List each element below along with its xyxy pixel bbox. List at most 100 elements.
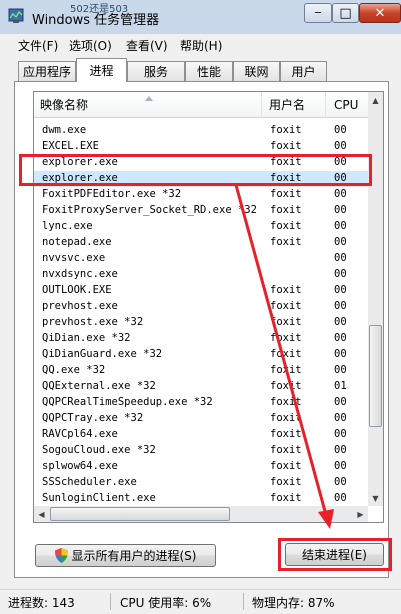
table-row[interactable]: QQExternal.exe *32 foxit 01 [34, 379, 368, 395]
table-row[interactable]: prevhost.exe *32 foxit 00 [34, 315, 368, 331]
tab-applications[interactable]: 应用程序 [18, 61, 76, 81]
table-row[interactable]: FoxitPDFEditor.exe *32 foxit 00 [34, 187, 368, 203]
tab-performance[interactable]: 性能 [185, 61, 233, 81]
process-user: foxit [270, 492, 302, 504]
scroll-left-icon[interactable]: ◀ [34, 506, 49, 522]
process-name: nvxdsync.exe [42, 268, 118, 280]
process-name: nvvsvc.exe [42, 252, 106, 264]
cpu-usage: CPU 使用率: 6% [120, 596, 212, 610]
process-cpu: 00 [334, 316, 347, 328]
table-row[interactable]: dwm.exe foxit 00 [34, 123, 368, 139]
process-name: QQPCRealTimeSpeedup.exe *32 [42, 396, 213, 408]
table-row[interactable]: notepad.exe foxit 00 [34, 235, 368, 251]
horizontal-scroll-thumb[interactable] [50, 507, 230, 521]
process-user: foxit [270, 332, 302, 344]
show-all-users-button[interactable]: 显示所有用户的进程(S) [35, 544, 216, 567]
process-name: prevhost.exe [42, 300, 118, 312]
process-user: foxit [270, 412, 302, 424]
process-name: RAVCpl64.exe [42, 428, 118, 440]
shield-icon [54, 548, 68, 563]
table-row[interactable]: QiDianGuard.exe *32 foxit 00 [34, 347, 368, 363]
close-icon: ✕ [374, 5, 386, 21]
process-name: QQPCTray.exe *32 [42, 412, 144, 424]
column-label: 映像名称 [40, 98, 89, 112]
process-user: foxit [270, 348, 302, 360]
process-user: foxit [270, 236, 302, 248]
menu-help[interactable]: 帮助(H) [180, 37, 222, 54]
process-user: foxit [270, 476, 302, 488]
task-manager-icon [8, 8, 24, 23]
process-cpu: 00 [334, 428, 347, 440]
table-row[interactable]: QQPCTray.exe *32 foxit 00 [34, 411, 368, 427]
process-cpu: 00 [334, 332, 347, 344]
process-cpu: 00 [334, 252, 347, 264]
process-name: lync.exe [42, 220, 93, 232]
menu-view[interactable]: 查看(V) [126, 37, 168, 54]
process-cpu: 00 [334, 396, 347, 408]
table-row[interactable]: SSScheduler.exe foxit 00 [34, 475, 368, 491]
process-name: splwow64.exe [42, 460, 118, 472]
process-name: EXCEL.EXE [42, 140, 99, 152]
scroll-down-icon[interactable]: ▼ [368, 490, 383, 506]
process-cpu: 00 [334, 364, 347, 376]
process-name: SogouCloud.exe *32 [42, 444, 156, 456]
scroll-up-icon[interactable]: ▲ [368, 92, 383, 108]
column-cpu[interactable]: CPU [326, 92, 368, 117]
menu-options[interactable]: 选项(O) [69, 37, 112, 54]
tab-processes[interactable]: 进程 [76, 58, 127, 82]
highlight-explorer-rows [19, 154, 372, 186]
table-row[interactable]: nvxdsync.exe 00 [34, 267, 368, 283]
maximize-button[interactable]: □ [332, 3, 359, 23]
process-name: notepad.exe [42, 236, 112, 248]
memory-usage: 物理内存: 87% [252, 596, 335, 610]
tab-services[interactable]: 服务 [127, 61, 185, 81]
process-cpu: 00 [334, 348, 347, 360]
table-row[interactable]: QQPCRealTimeSpeedup.exe *32 foxit 00 [34, 395, 368, 411]
table-row[interactable]: EXCEL.EXE foxit 00 [34, 139, 368, 155]
task-manager-window: 502还是503 Windows 任务管理器 ─ □ ✕ 文件(F) 选项(O)… [0, 0, 401, 614]
process-name: QiDianGuard.exe *32 [42, 348, 163, 360]
process-name: SunloginClient.exe [42, 492, 156, 504]
scroll-right-icon[interactable]: ▶ [353, 506, 368, 522]
process-name: FoxitPDFEditor.exe *32 [42, 188, 182, 200]
process-cpu: 00 [334, 124, 347, 136]
process-name: dwm.exe [42, 124, 87, 136]
process-cpu: 00 [334, 444, 347, 456]
process-cpu: 00 [334, 204, 347, 216]
table-row[interactable]: SogouCloud.exe *32 foxit 00 [34, 443, 368, 459]
vertical-scroll-thumb[interactable] [369, 325, 382, 427]
process-user: foxit [270, 204, 302, 216]
process-cpu: 00 [334, 284, 347, 296]
window-title: Windows 任务管理器 [32, 13, 160, 28]
title-bar[interactable]: Windows 任务管理器 ─ □ ✕ [0, 0, 401, 34]
table-row[interactable]: QiDian.exe *32 foxit 00 [34, 331, 368, 347]
table-row[interactable]: SunloginClient.exe foxit 00 [34, 491, 368, 507]
process-name: OUTLOOK.EXE [42, 284, 112, 296]
show-all-users-label: 显示所有用户的进程(S) [71, 549, 197, 563]
process-cpu: 00 [334, 300, 347, 312]
table-row[interactable]: prevhost.exe foxit 00 [34, 299, 368, 315]
table-row[interactable]: nvvsvc.exe 00 [34, 251, 368, 267]
table-row[interactable]: RAVCpl64.exe foxit 00 [34, 427, 368, 443]
menu-bar: 文件(F) 选项(O) 查看(V) 帮助(H) [0, 34, 401, 56]
menu-file[interactable]: 文件(F) [18, 37, 58, 54]
close-button[interactable]: ✕ [359, 3, 401, 23]
table-row[interactable]: QQ.exe *32 foxit 00 [34, 363, 368, 379]
table-row[interactable]: OUTLOOK.EXE foxit 00 [34, 283, 368, 299]
sort-arrow-icon [145, 96, 153, 101]
process-count: 进程数: 143 [8, 596, 75, 610]
process-user: foxit [270, 284, 302, 296]
process-cpu: 00 [334, 412, 347, 424]
minimize-button[interactable]: ─ [304, 3, 332, 23]
process-cpu: 00 [334, 268, 347, 280]
process-name: QQExternal.exe *32 [42, 380, 156, 392]
tab-networking[interactable]: 联网 [233, 61, 280, 81]
table-row[interactable]: splwow64.exe foxit 00 [34, 459, 368, 475]
process-cpu: 00 [334, 220, 347, 232]
process-user: foxit [270, 124, 302, 136]
table-row[interactable]: FoxitProxyServer_Socket_RD.exe *32 foxit 0… [34, 203, 368, 219]
table-row[interactable]: lync.exe foxit 00 [34, 219, 368, 235]
tab-users[interactable]: 用户 [280, 61, 327, 81]
process-cpu: 00 [334, 188, 347, 200]
column-user-name[interactable]: 用户名 [262, 92, 326, 117]
